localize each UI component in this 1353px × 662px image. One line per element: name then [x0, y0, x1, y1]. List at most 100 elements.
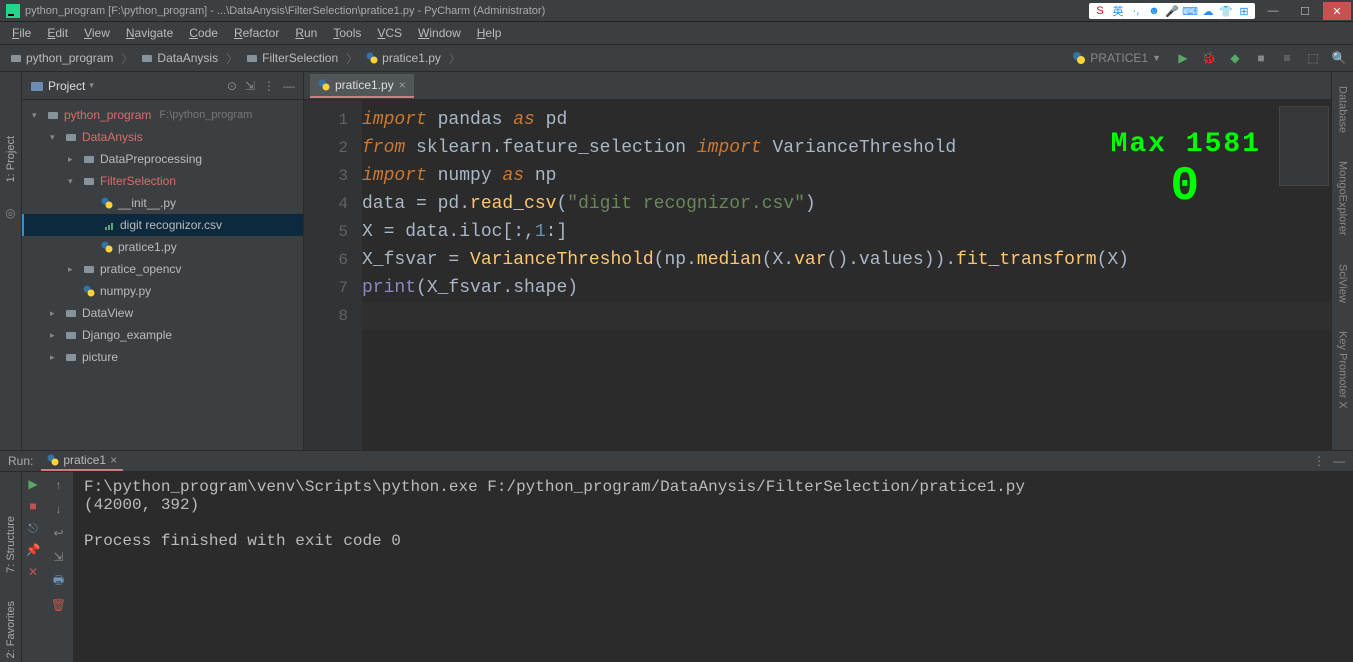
ime-icon-7[interactable]: 👕	[1219, 4, 1233, 18]
chevron-down-icon: ▼	[1152, 53, 1161, 63]
hide-icon[interactable]: —	[283, 79, 295, 93]
run-button[interactable]: ▶	[1175, 50, 1191, 66]
ime-icon-2[interactable]: ·,	[1129, 4, 1143, 18]
right-tab-database[interactable]: Database	[1335, 82, 1351, 137]
menu-code[interactable]: Code	[183, 24, 224, 42]
run-settings-icon[interactable]: ⋮	[1313, 454, 1325, 468]
python-icon	[100, 196, 114, 210]
right-tab-sciview[interactable]: SciView	[1335, 260, 1351, 307]
run-hide-icon[interactable]: —	[1333, 454, 1345, 468]
menu-navigate[interactable]: Navigate	[120, 24, 179, 42]
tree-numpy-py[interactable]: numpy.py	[22, 280, 303, 302]
ime-icon-6[interactable]: ☁	[1201, 4, 1215, 18]
ime-icon-0[interactable]: S	[1093, 4, 1107, 18]
rerun-button[interactable]: ▶	[25, 476, 41, 492]
close-tab-icon[interactable]: ×	[399, 78, 406, 92]
collapse-icon[interactable]: ⇲	[245, 79, 255, 93]
chevron-down-icon[interactable]: ▾	[89, 80, 94, 91]
tree-picture[interactable]: ▸picture	[22, 346, 303, 368]
breadcrumb-sep: 〉	[121, 50, 133, 67]
project-header: Project ▾ ⊙ ⇲ ⋮ —	[22, 72, 303, 100]
search-button[interactable]: 🔍	[1331, 50, 1347, 66]
right-tab-key-promoter-x[interactable]: Key Promoter X	[1335, 327, 1351, 413]
menu-vcs[interactable]: VCS	[371, 24, 408, 42]
run-tab-label: pratice1	[63, 453, 106, 467]
ime-icon-1[interactable]: 英	[1111, 4, 1125, 18]
debug-attach-button[interactable]: ⎋	[25, 520, 41, 536]
tree-pratice1-py[interactable]: pratice1.py	[22, 236, 303, 258]
scroll-end-button[interactable]: ⇲	[50, 548, 68, 566]
left-tool-rail: 1: Project ◎	[0, 72, 22, 450]
overlay-fps: Max 1581 0	[1111, 130, 1261, 214]
editor-tab-pratice1[interactable]: pratice1.py ×	[310, 74, 414, 98]
folder-icon	[64, 306, 78, 320]
stop-button[interactable]: ■	[1253, 50, 1269, 66]
menu-run[interactable]: Run	[289, 24, 323, 42]
tree-datapreprocessing[interactable]: ▸DataPreprocessing	[22, 148, 303, 170]
divide-icon[interactable]: ⋮	[263, 79, 275, 93]
folder-icon	[64, 328, 78, 342]
crumb-python_program[interactable]: python_program	[6, 51, 117, 65]
menu-view[interactable]: View	[78, 24, 116, 42]
tree-python_program[interactable]: ▾python_programF:\python_program	[22, 104, 303, 126]
folder-icon	[82, 152, 96, 166]
close-run-tab-icon[interactable]: ×	[110, 453, 117, 467]
debug-button[interactable]: 🐞	[1201, 50, 1217, 66]
crumb-pratice1-py[interactable]: pratice1.py	[362, 51, 445, 65]
maximize-button[interactable]: ☐	[1291, 2, 1319, 20]
folder-icon	[46, 108, 60, 122]
favorites-tool-tab[interactable]: 2: Favorites	[3, 597, 19, 662]
project-tool-tab[interactable]: 1: Project	[3, 132, 19, 186]
target-icon[interactable]: ◎	[5, 206, 15, 220]
editor-tab-label: pratice1.py	[335, 78, 394, 92]
tree-filterselection[interactable]: ▾FilterSelection	[22, 170, 303, 192]
menu-file[interactable]: File	[6, 24, 37, 42]
trash-button[interactable]: 🗑	[50, 596, 68, 614]
tree-__init__-py[interactable]: __init__.py	[22, 192, 303, 214]
ime-icon-5[interactable]: ⌨	[1183, 4, 1197, 18]
project-header-label: Project	[48, 79, 85, 93]
crumb-dataanysis[interactable]: DataAnysis	[137, 51, 222, 65]
folder-icon	[82, 262, 96, 276]
pin-button[interactable]: 📌	[25, 542, 41, 558]
editor-tabs: pratice1.py ×	[304, 72, 1331, 100]
menu-window[interactable]: Window	[412, 24, 467, 42]
settings-icon[interactable]: ⊙	[227, 79, 237, 93]
profile-button[interactable]: ≡	[1279, 50, 1295, 66]
tree-digit-recognizor-csv[interactable]: digit recognizor.csv	[22, 214, 303, 236]
ime-icon-3[interactable]: ☻	[1147, 4, 1161, 18]
editor-body[interactable]: 12345678 import pandas as pdfrom sklearn…	[304, 100, 1331, 450]
close-button[interactable]: ✕	[25, 564, 41, 580]
soft-wrap-button[interactable]: ↩	[50, 524, 68, 542]
run-tools-col2: ↑ ↓ ↩ ⇲ 🖶 🗑	[44, 472, 74, 662]
minimap[interactable]	[1279, 106, 1329, 186]
tree-dataview[interactable]: ▸DataView	[22, 302, 303, 324]
menu-refactor[interactable]: Refactor	[228, 24, 285, 42]
tree-dataanysis[interactable]: ▾DataAnysis	[22, 126, 303, 148]
right-tab-mongoexplorer[interactable]: MongoExplorer	[1335, 157, 1351, 240]
crumb-filterselection[interactable]: FilterSelection	[242, 51, 342, 65]
run-config-selector[interactable]: PRATICE1 ▼	[1066, 49, 1167, 67]
csv-icon	[102, 218, 116, 232]
run-tab[interactable]: pratice1 ×	[41, 451, 123, 471]
update-button[interactable]: ⬚	[1305, 50, 1321, 66]
run-header: Run: pratice1 × ⋮ —	[0, 451, 1353, 472]
coverage-button[interactable]: ◆	[1227, 50, 1243, 66]
close-button[interactable]: ✕	[1323, 2, 1351, 20]
stop-button[interactable]: ■	[25, 498, 41, 514]
menu-edit[interactable]: Edit	[41, 24, 74, 42]
python-icon	[100, 240, 114, 254]
minimize-button[interactable]: —	[1259, 2, 1287, 20]
structure-tool-tab[interactable]: 7: Structure	[3, 512, 19, 577]
console-output[interactable]: F:\python_program\venv\Scripts\python.ex…	[74, 472, 1353, 662]
up-button[interactable]: ↑	[50, 476, 68, 494]
project-tree[interactable]: ▾python_programF:\python_program▾DataAny…	[22, 100, 303, 450]
print-button[interactable]: 🖶	[50, 572, 68, 590]
down-button[interactable]: ↓	[50, 500, 68, 518]
ime-icon-8[interactable]: ⊞	[1237, 4, 1251, 18]
ime-icon-4[interactable]: 🎤	[1165, 4, 1179, 18]
menu-help[interactable]: Help	[471, 24, 508, 42]
tree-django_example[interactable]: ▸Django_example	[22, 324, 303, 346]
tree-pratice_opencv[interactable]: ▸pratice_opencv	[22, 258, 303, 280]
menu-tools[interactable]: Tools	[327, 24, 367, 42]
